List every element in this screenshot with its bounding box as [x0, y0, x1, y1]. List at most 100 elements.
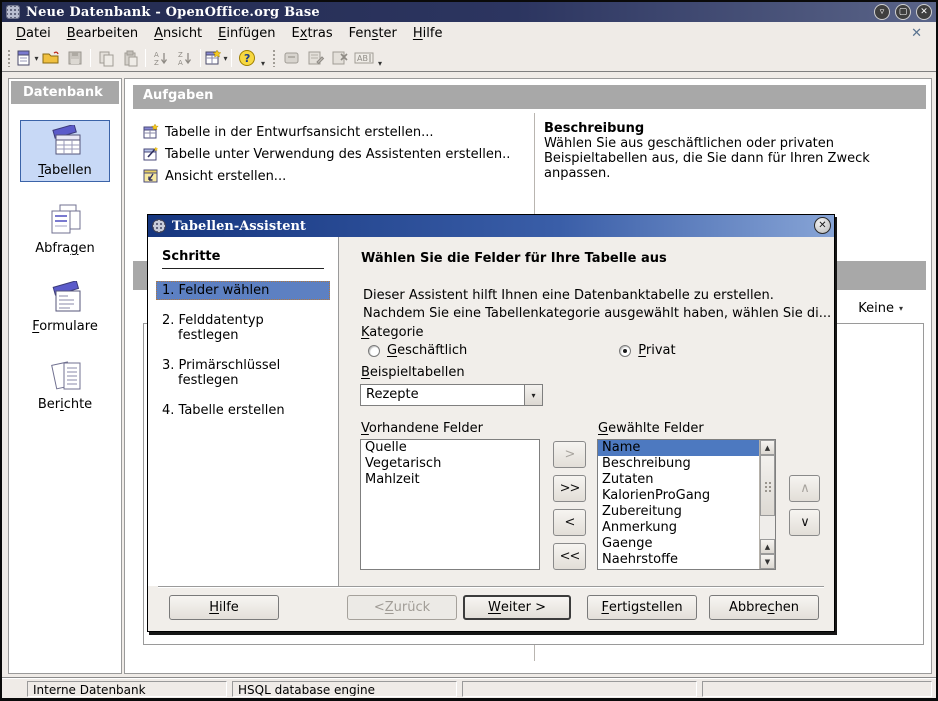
list-item[interactable]: Zubereitung: [598, 504, 759, 520]
sample-tables-combobox[interactable]: Rezepte ▾: [360, 384, 543, 406]
list-item[interactable]: Anmerkung: [598, 520, 759, 536]
paste-icon: [122, 50, 139, 67]
rename-object-button[interactable]: AB: [352, 47, 376, 69]
dialog-title: Tabellen-Assistent: [172, 219, 306, 234]
open-database-object-button[interactable]: [280, 47, 304, 69]
table-design-dropdown-arrow[interactable]: ▾: [223, 54, 227, 63]
next-button[interactable]: Weiter >: [463, 595, 571, 620]
list-item-selected[interactable]: Name: [598, 440, 759, 456]
list-item[interactable]: Gaenge: [598, 536, 759, 552]
sidebar-item-tabellen[interactable]: Tabellen: [20, 120, 110, 182]
wizard-heading: Wählen Sie die Felder für Ihre Tabelle a…: [361, 251, 667, 266]
selected-fields-label: Gewählte Felder: [598, 421, 704, 436]
list-item[interactable]: Mahlzeit: [361, 472, 539, 488]
preview-dropdown[interactable]: Keine ▾: [858, 301, 903, 316]
step-4-tabelle-erstellen[interactable]: 4. Tabelle erstellen: [156, 401, 330, 420]
help-button[interactable]: ?: [235, 47, 259, 69]
menu-einfuegen[interactable]: Einfügen: [210, 23, 283, 44]
toolbar-grip[interactable]: [7, 49, 12, 67]
sort-descending-button[interactable]: Z A: [173, 47, 197, 69]
list-scrollbar[interactable]: ▲ ▲ ▼: [759, 440, 775, 569]
new-table-design-button[interactable]: ▾: [204, 47, 228, 69]
back-button[interactable]: < Zurück: [347, 595, 457, 620]
move-field-up-button[interactable]: ∧: [789, 475, 820, 502]
category-label: Kategorie: [361, 325, 424, 340]
application-window: Neue Datenbank - OpenOffice.org Base ▿ ▢…: [0, 0, 938, 701]
remove-field-button[interactable]: <: [553, 509, 586, 536]
svg-text:A: A: [154, 51, 159, 59]
scrollbar-thumb[interactable]: [760, 455, 775, 516]
task-create-table-wizard[interactable]: Tabelle unter Verwendung des Assistenten…: [143, 143, 510, 165]
toolbar-overflow-arrow[interactable]: ▾: [261, 59, 265, 68]
edit-object-button[interactable]: [304, 47, 328, 69]
move-field-down-button[interactable]: ∨: [789, 509, 820, 536]
menu-extras[interactable]: Extras: [284, 23, 341, 44]
menu-bearbeiten[interactable]: Bearbeiten: [59, 23, 146, 44]
list-item[interactable]: Beschreibung: [598, 456, 759, 472]
remove-all-fields-button[interactable]: <<: [553, 543, 586, 570]
copy-button[interactable]: [94, 47, 118, 69]
task-label: Ansicht erstellen...: [165, 169, 286, 184]
menu-datei[interactable]: Datei: [8, 23, 59, 44]
sidebar-item-formulare[interactable]: Formulare: [20, 276, 110, 338]
maximize-button[interactable]: ▢: [895, 4, 911, 20]
create-view-icon: [143, 168, 159, 184]
list-item[interactable]: Quelle: [361, 440, 539, 456]
radio-privat[interactable]: Privat: [619, 343, 675, 358]
dialog-close-button[interactable]: ✕: [814, 217, 831, 234]
combobox-dropdown-button[interactable]: ▾: [524, 385, 542, 405]
available-fields-list[interactable]: Quelle Vegetarisch Mahlzeit: [360, 439, 540, 570]
delete-object-button[interactable]: [328, 47, 352, 69]
save-button[interactable]: [63, 47, 87, 69]
sidebar-item-berichte[interactable]: Berichte: [20, 354, 110, 416]
task-label: Tabelle unter Verwendung des Assistenten…: [165, 147, 510, 162]
sort-ascending-button[interactable]: A Z: [149, 47, 173, 69]
document-close-icon[interactable]: ✕: [903, 26, 930, 41]
minimize-button[interactable]: ▿: [874, 4, 890, 20]
selected-fields-list[interactable]: Name Beschreibung Zutaten KalorienProGan…: [597, 439, 776, 570]
finish-button[interactable]: Fertigstellen: [587, 595, 697, 620]
step-1-felder-waehlen[interactable]: 1. Felder wählen: [156, 281, 330, 300]
close-button[interactable]: ✕: [916, 4, 932, 20]
menu-fenster[interactable]: Fenster: [341, 23, 405, 44]
new-database-button[interactable]: ▾: [15, 47, 39, 69]
sort-descending-icon: Z A: [177, 50, 194, 67]
list-item[interactable]: Vegetarisch: [361, 456, 539, 472]
radio-geschaeftlich[interactable]: Geschäftlich: [368, 343, 467, 358]
status-cell-empty-2: [702, 681, 932, 697]
radio-label: Privat: [638, 343, 675, 358]
delete-object-icon: [331, 50, 349, 66]
dialog-titlebar: Tabellen-Assistent ✕: [148, 215, 834, 237]
list-item[interactable]: Zutaten: [598, 472, 759, 488]
list-item[interactable]: Naehrstoffe: [598, 552, 759, 568]
toolbar-grip-2[interactable]: [272, 49, 277, 67]
add-all-fields-button[interactable]: >>: [553, 475, 586, 502]
queries-icon: [44, 203, 86, 239]
new-dropdown-arrow[interactable]: ▾: [34, 54, 38, 63]
task-create-view[interactable]: Ansicht erstellen...: [143, 165, 510, 187]
menu-hilfe[interactable]: Hilfe: [405, 23, 451, 44]
task-create-table-design[interactable]: Tabelle in der Entwurfsansicht erstellen…: [143, 121, 510, 143]
app-icon: [6, 5, 20, 19]
svg-text:AB: AB: [357, 54, 368, 63]
open-folder-icon: [42, 50, 61, 66]
wizard-content: Wählen Sie die Felder für Ihre Tabelle a…: [340, 237, 834, 586]
open-button[interactable]: [39, 47, 63, 69]
available-fields-label: Vorhandene Felder: [361, 421, 483, 436]
sidebar-item-abfragen[interactable]: Abfragen: [20, 198, 110, 260]
help-button-dialog[interactable]: Hilfe: [169, 595, 279, 620]
list-item[interactable]: KalorienProGang: [598, 488, 759, 504]
menu-ansicht[interactable]: Ansicht: [146, 23, 210, 44]
add-field-button[interactable]: >: [553, 441, 586, 468]
sort-ascending-icon: A Z: [153, 50, 170, 67]
scroll-up-icon[interactable]: ▲: [760, 539, 775, 554]
toolbar-overflow-arrow-2[interactable]: ▾: [378, 59, 382, 68]
step-3-primaerschluessel[interactable]: 3. Primärschlüssel festlegen: [156, 356, 330, 390]
scroll-down-icon[interactable]: ▼: [760, 554, 775, 569]
scroll-up-icon[interactable]: ▲: [760, 440, 775, 455]
step-2-felddatentyp[interactable]: 2. Felddatentyp festlegen: [156, 311, 330, 345]
paste-button[interactable]: [118, 47, 142, 69]
database-sidebar: Datenbank Tabellen Abfra: [8, 78, 122, 674]
cancel-button[interactable]: Abbrechen: [709, 595, 819, 620]
combobox-value[interactable]: Rezepte: [361, 385, 524, 405]
